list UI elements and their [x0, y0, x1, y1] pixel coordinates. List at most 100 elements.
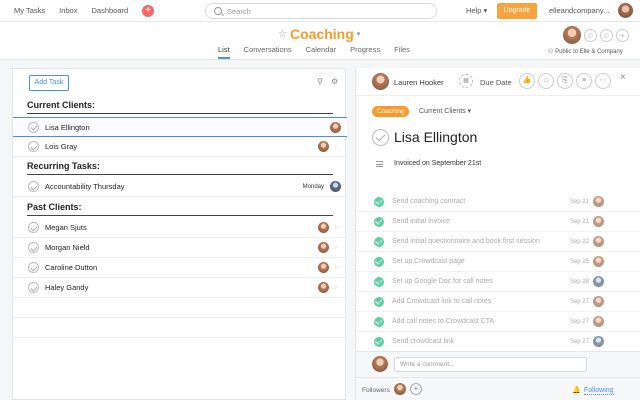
complete-checkbox[interactable] [374, 336, 384, 347]
due-date[interactable]: Sep 25 [570, 259, 589, 265]
section-recurring-tasks[interactable]: Recurring Tasks: [27, 161, 333, 175]
chevron-right-icon[interactable]: › [335, 264, 337, 271]
assignee-avatar[interactable] [317, 141, 329, 152]
subtask-row[interactable]: Set up Crowdcast page Sep 25 [356, 252, 640, 272]
project-tag[interactable]: Coaching [372, 106, 410, 117]
task-name[interactable]: Lisa Ellington [45, 123, 330, 132]
assignee-avatar[interactable] [593, 316, 604, 327]
complete-checkbox[interactable] [374, 196, 384, 207]
nav-inbox[interactable]: Inbox [59, 6, 77, 15]
due-date[interactable]: Sep 27 [570, 319, 589, 325]
due-date[interactable]: Monday [303, 184, 324, 190]
task-name[interactable]: Haley Gandy [45, 283, 318, 292]
due-date[interactable]: Sep 27 [570, 299, 589, 305]
task-row[interactable]: Morgan Nield › [13, 238, 347, 258]
star-icon[interactable]: ☆ [278, 29, 287, 40]
complete-checkbox[interactable] [374, 316, 384, 327]
org-switcher[interactable]: elleandcompany... [549, 6, 609, 15]
subtask-row[interactable]: Send initial invoice Sep 21 [356, 212, 640, 232]
tab-calendar[interactable]: Calendar [306, 45, 336, 59]
complete-checkbox[interactable] [28, 242, 39, 253]
subtask-row[interactable]: Send coaching contract Sep 21 [356, 192, 640, 212]
calendar-icon[interactable]: ▦ [459, 74, 473, 88]
task-name[interactable]: Megan Sjuts [45, 223, 318, 232]
subtask-name[interactable]: Send initial questionnaire and book firs… [392, 238, 570, 245]
subtask-name[interactable]: Set up Crowdcast page [392, 258, 570, 265]
due-date[interactable]: Sep 28 [570, 279, 589, 285]
section-selector[interactable]: Current Clients ▾ [419, 107, 471, 115]
complete-checkbox[interactable] [28, 121, 39, 133]
chevron-right-icon[interactable]: › [335, 143, 337, 150]
task-row[interactable]: Lois Gray › [13, 137, 347, 157]
search-input[interactable]: Search [205, 3, 437, 19]
member-avatar[interactable] [563, 26, 581, 44]
help-menu[interactable]: Help ▾ [466, 6, 487, 15]
follower-avatar[interactable] [394, 383, 406, 395]
task-row[interactable]: Accountability Thursday Monday [13, 177, 347, 197]
subtask-name[interactable]: Send crowdcast link [392, 338, 570, 345]
subtask-row[interactable]: Set up Google Doc for call notes Sep 28 [356, 272, 640, 292]
subtask-name[interactable]: Add call notes to Crowdcast CTA [392, 318, 570, 325]
attachment-icon[interactable]: ⎘ [557, 73, 573, 89]
complete-checkbox[interactable] [28, 141, 39, 152]
tab-progress[interactable]: Progress [350, 45, 380, 59]
assignee-avatar[interactable] [317, 282, 329, 293]
add-icon[interactable]: + [616, 28, 629, 42]
task-row[interactable]: Megan Sjuts › [13, 218, 347, 238]
complete-checkbox[interactable] [28, 222, 39, 233]
following-toggle[interactable]: Following [584, 387, 614, 395]
empty-task-row[interactable] [13, 318, 347, 338]
task-name[interactable]: Lois Gray [45, 142, 318, 151]
complete-checkbox[interactable] [372, 129, 389, 146]
user-avatar[interactable] [618, 3, 633, 18]
assignee-avatar[interactable] [593, 256, 604, 267]
assignee-avatar[interactable] [372, 73, 389, 90]
due-date[interactable]: Sep 27 [570, 339, 589, 345]
tab-conversations[interactable]: Conversations [244, 45, 292, 59]
complete-checkbox[interactable] [374, 276, 384, 287]
complete-checkbox[interactable] [28, 262, 39, 273]
due-date[interactable]: Sep 21 [570, 199, 589, 205]
like-icon[interactable]: 👍 [519, 73, 535, 89]
upgrade-button[interactable]: Upgrade [497, 3, 537, 19]
due-date[interactable]: Sep 22 [570, 239, 589, 245]
add-follower-icon[interactable]: + [410, 383, 422, 395]
task-row[interactable]: Lisa Ellington [13, 117, 347, 137]
assignee-avatar[interactable] [593, 196, 604, 207]
complete-checkbox[interactable] [28, 181, 39, 192]
tab-files[interactable]: Files [394, 45, 410, 59]
empty-task-row[interactable] [13, 298, 347, 318]
assignee-avatar[interactable] [317, 242, 329, 253]
person-icon[interactable]: ⚲ [317, 78, 325, 86]
assignee-avatar[interactable] [317, 262, 329, 273]
section-current-clients[interactable]: Current Clients: [27, 100, 333, 114]
subtask-name[interactable]: Set up Google Doc for call notes [392, 278, 570, 285]
subtask-name[interactable]: Add Crowdcast link to call notes [392, 298, 570, 305]
task-name[interactable]: Morgan Nield [45, 243, 318, 252]
comment-input[interactable]: Write a comment... [394, 357, 587, 372]
close-icon[interactable]: × [620, 72, 626, 83]
assignee-avatar[interactable] [593, 276, 604, 287]
nav-my-tasks[interactable]: My Tasks [14, 6, 45, 15]
assignee-avatar[interactable] [593, 216, 604, 227]
assignee-avatar[interactable] [593, 296, 604, 307]
chevron-right-icon[interactable]: › [335, 224, 337, 231]
task-description[interactable]: Invoiced on September 21st [394, 160, 481, 167]
tag-icon[interactable]: ⌂ [538, 73, 554, 89]
subtask-icon[interactable]: ≡ [576, 73, 592, 89]
assignee-avatar[interactable] [330, 121, 341, 133]
task-row[interactable]: Caroline Dutton › [13, 258, 347, 278]
complete-checkbox[interactable] [374, 236, 384, 247]
due-date[interactable]: Sep 21 [570, 219, 589, 225]
chevron-down-icon[interactable]: ▾ [357, 30, 361, 38]
task-name[interactable]: Caroline Dutton [45, 263, 318, 272]
complete-checkbox[interactable] [374, 256, 384, 267]
gear-icon[interactable]: ⚙ [331, 78, 339, 86]
complete-checkbox[interactable] [374, 216, 384, 227]
due-date-label[interactable]: Due Date [480, 78, 512, 87]
subtask-row[interactable]: Send initial questionnaire and book firs… [356, 232, 640, 252]
complete-checkbox[interactable] [374, 296, 384, 307]
assignee-avatar[interactable] [330, 181, 341, 192]
complete-checkbox[interactable] [28, 282, 39, 293]
subtask-name[interactable]: Send initial invoice [392, 218, 570, 225]
